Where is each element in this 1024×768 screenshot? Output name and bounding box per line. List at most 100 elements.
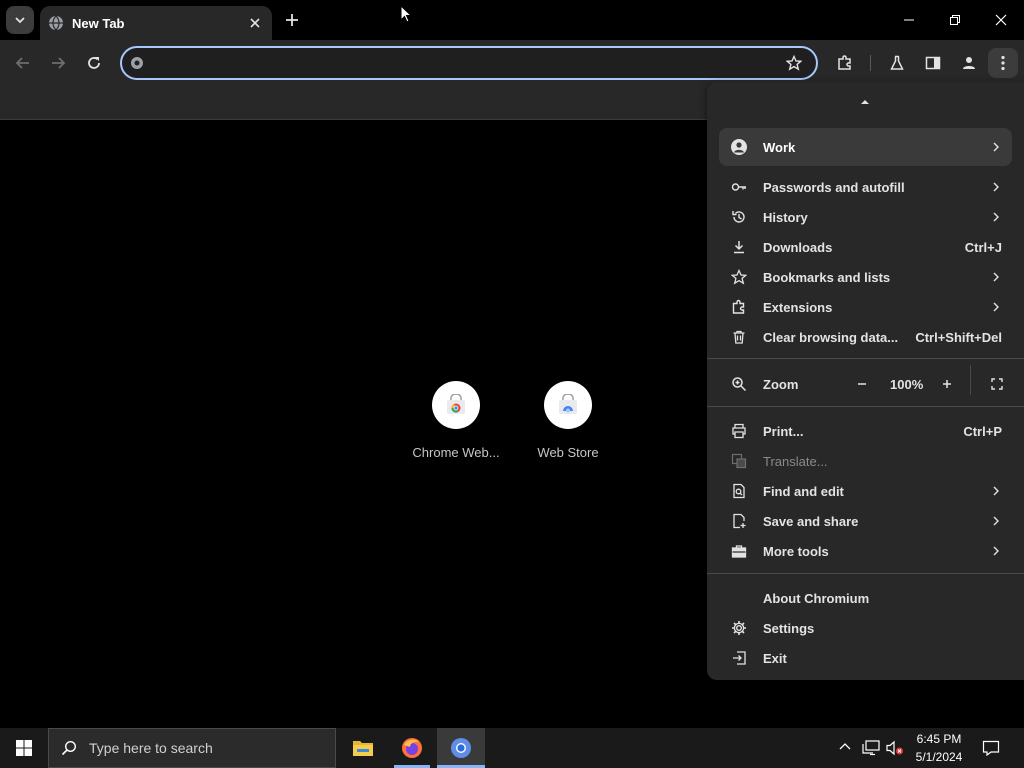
search-icon bbox=[61, 740, 77, 756]
menu-separator bbox=[707, 573, 1024, 574]
menu-item-profile[interactable]: Work bbox=[719, 128, 1012, 166]
menu-shortcut: Ctrl+P bbox=[963, 423, 1002, 439]
taskbar-chromium[interactable] bbox=[437, 728, 485, 768]
zoom-out-button[interactable] bbox=[850, 372, 874, 396]
web-store-icon bbox=[447, 394, 465, 414]
menu-item-extensions[interactable]: Extensions bbox=[707, 292, 1024, 322]
tab-close-button[interactable] bbox=[246, 14, 264, 32]
star-icon[interactable] bbox=[786, 55, 802, 71]
menu-label: More tools bbox=[763, 543, 829, 559]
tab-search-button[interactable] bbox=[6, 6, 34, 34]
chevron-right-icon bbox=[993, 212, 999, 222]
action-center-button[interactable] bbox=[982, 740, 1000, 756]
menu-shortcut: Ctrl+J bbox=[964, 239, 1002, 255]
taskbar-firefox[interactable] bbox=[388, 728, 436, 768]
tab-new-tab[interactable]: New Tab bbox=[40, 6, 272, 40]
fullscreen-icon bbox=[991, 378, 1003, 390]
menu-item-passwords[interactable]: Passwords and autofill bbox=[707, 172, 1024, 202]
caret-up-icon bbox=[861, 100, 869, 104]
zoom-in-button[interactable] bbox=[935, 372, 959, 396]
menu-item-settings[interactable]: Settings bbox=[707, 613, 1024, 643]
menu-item-clear-browsing-data[interactable]: Clear browsing data... Ctrl+Shift+Del bbox=[707, 322, 1024, 352]
menu-label: Exit bbox=[763, 650, 787, 666]
restore-button[interactable] bbox=[932, 0, 978, 40]
app-menu: Work Passwords and autofill History Down… bbox=[707, 82, 1024, 680]
more-vert-icon bbox=[1001, 55, 1005, 71]
windows-logo-icon bbox=[16, 740, 32, 756]
arrow-right-icon bbox=[52, 57, 66, 69]
shortcut-tile bbox=[544, 381, 592, 429]
minus-icon bbox=[858, 383, 866, 385]
chevron-right-icon bbox=[993, 272, 999, 282]
menu-label: History bbox=[763, 209, 808, 225]
close-icon bbox=[995, 14, 1007, 26]
menu-label: Zoom bbox=[763, 376, 799, 392]
menu-label: Print... bbox=[763, 423, 804, 439]
labs-button[interactable] bbox=[882, 48, 912, 78]
menu-label: Passwords and autofill bbox=[763, 179, 905, 195]
zoom-icon bbox=[732, 377, 747, 392]
plus-icon bbox=[943, 380, 951, 388]
menu-item-bookmarks[interactable]: Bookmarks and lists bbox=[707, 262, 1024, 292]
plus-icon bbox=[286, 14, 298, 26]
clock-time: 6:45 PM bbox=[916, 732, 962, 746]
chevron-right-icon bbox=[993, 182, 999, 192]
forward-button[interactable] bbox=[43, 48, 73, 78]
chevron-right-icon bbox=[993, 142, 999, 152]
shortcut-chrome-web[interactable]: Chrome Web... bbox=[400, 381, 512, 460]
zoom-level: 100% bbox=[890, 377, 924, 392]
chevron-down-icon bbox=[15, 17, 25, 24]
puzzle-icon bbox=[732, 299, 745, 314]
fullscreen-button[interactable] bbox=[985, 372, 1009, 396]
extensions-button[interactable] bbox=[830, 48, 860, 78]
translate-icon bbox=[731, 453, 747, 469]
address-bar[interactable] bbox=[120, 46, 818, 80]
shortcut-label: Chrome Web... bbox=[412, 445, 500, 460]
taskbar-clock[interactable]: 6:45 PM 5/1/2024 bbox=[900, 730, 978, 766]
minimize-button[interactable] bbox=[886, 0, 932, 40]
chevron-right-icon bbox=[993, 302, 999, 312]
menu-item-translate: Translate... bbox=[707, 446, 1024, 476]
menu-separator bbox=[707, 406, 1024, 407]
tray-overflow-button[interactable] bbox=[838, 740, 852, 754]
network-button[interactable] bbox=[862, 740, 880, 756]
menu-item-about[interactable]: About Chromium bbox=[707, 583, 1024, 613]
menu-item-exit[interactable]: Exit bbox=[707, 643, 1024, 673]
reload-button[interactable] bbox=[79, 48, 109, 78]
close-icon bbox=[250, 18, 260, 28]
new-tab-button[interactable] bbox=[280, 8, 304, 32]
tab-title: New Tab bbox=[72, 15, 125, 31]
toolbox-icon bbox=[731, 545, 747, 558]
reload-icon bbox=[88, 57, 100, 69]
start-button[interactable] bbox=[0, 728, 48, 768]
taskbar-search[interactable]: Type here to search bbox=[48, 728, 336, 768]
shortcut-tile bbox=[432, 381, 480, 429]
chromium-logo-icon bbox=[131, 57, 143, 69]
address-input[interactable] bbox=[152, 52, 752, 74]
clock-date: 5/1/2024 bbox=[915, 750, 963, 764]
back-button[interactable] bbox=[8, 48, 38, 78]
menu-item-history[interactable]: History bbox=[707, 202, 1024, 232]
folder-icon bbox=[353, 741, 373, 756]
side-panel-button[interactable] bbox=[918, 48, 948, 78]
close-window-button[interactable] bbox=[978, 0, 1024, 40]
menu-item-find-and-edit[interactable]: Find and edit bbox=[707, 476, 1024, 506]
menu-item-downloads[interactable]: Downloads Ctrl+J bbox=[707, 232, 1024, 262]
taskbar-file-explorer[interactable] bbox=[339, 728, 387, 768]
history-icon bbox=[732, 211, 745, 223]
flask-icon bbox=[890, 55, 904, 70]
menu-label: Translate... bbox=[763, 453, 828, 469]
menu-item-more-tools[interactable]: More tools bbox=[707, 536, 1024, 566]
side-panel-icon bbox=[925, 56, 941, 70]
shortcut-web-store[interactable]: Web Store bbox=[512, 381, 624, 460]
menu-label: About Chromium bbox=[763, 590, 870, 606]
menu-label: Downloads bbox=[763, 239, 833, 255]
exit-icon bbox=[733, 651, 746, 665]
profile-button[interactable] bbox=[954, 48, 984, 78]
menu-button[interactable] bbox=[988, 48, 1018, 78]
chevron-right-icon bbox=[993, 486, 999, 496]
menu-separator bbox=[707, 358, 1024, 359]
menu-item-save-and-share[interactable]: Save and share bbox=[707, 506, 1024, 536]
menu-item-print[interactable]: Print... Ctrl+P bbox=[707, 416, 1024, 446]
puzzle-icon bbox=[838, 55, 851, 70]
